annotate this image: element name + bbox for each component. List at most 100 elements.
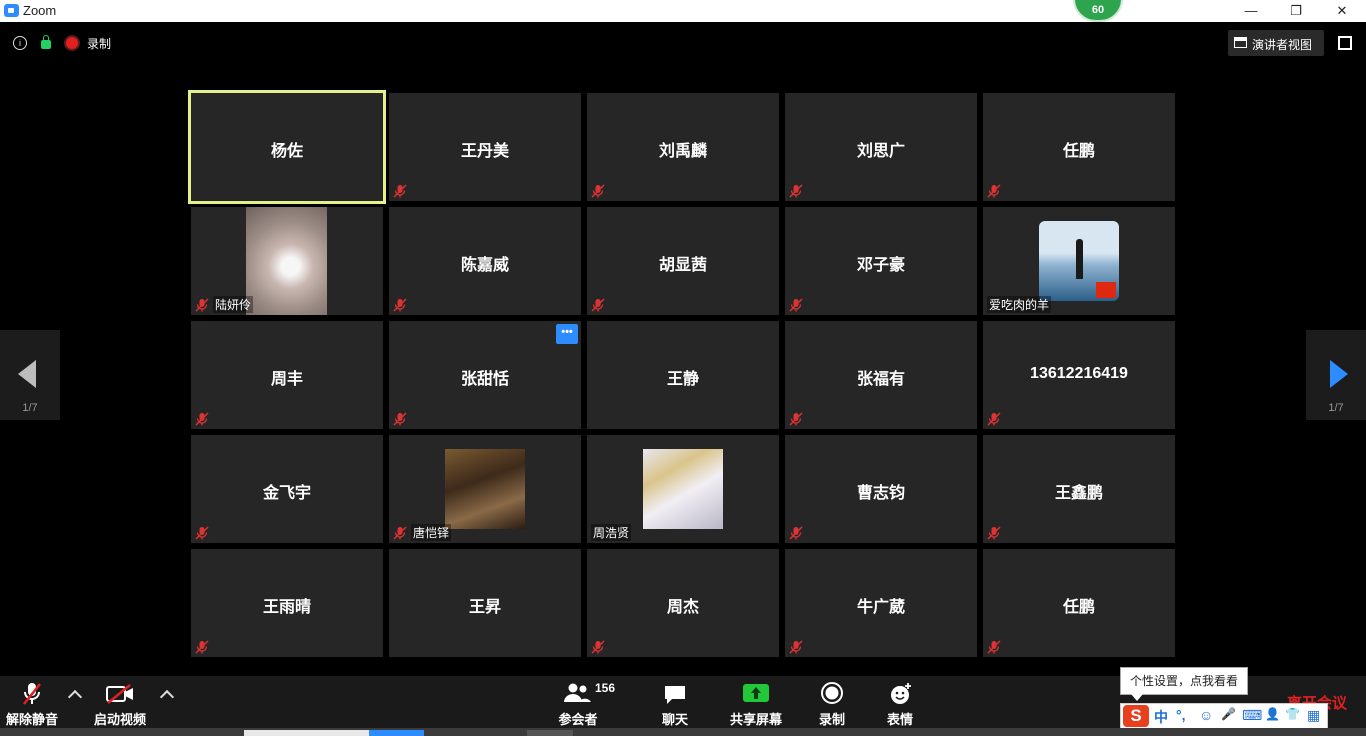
ime-account-icon[interactable]: 👤 xyxy=(1265,707,1280,721)
mic-muted-icon xyxy=(195,412,209,426)
maximize-button[interactable]: ❐ xyxy=(1273,0,1319,22)
participant-name: 周浩贤 xyxy=(591,524,632,541)
share-screen-label: 共享屏幕 xyxy=(729,712,782,727)
participant-tile[interactable]: 任鹏 xyxy=(983,549,1175,657)
participant-tile[interactable]: 金飞宇 xyxy=(191,435,383,543)
participant-name: 金飞宇 xyxy=(262,485,311,502)
sogou-ime-logo-icon[interactable]: S xyxy=(1123,705,1149,727)
participant-tile[interactable]: 胡显茜 xyxy=(587,207,779,315)
close-button[interactable]: ✕ xyxy=(1319,0,1365,22)
minimize-button[interactable]: — xyxy=(1228,0,1274,22)
participant-tile[interactable]: 爱吃肉的羊 xyxy=(983,207,1175,315)
zoom-app-icon xyxy=(4,4,19,17)
participant-tile[interactable]: 邓子豪 xyxy=(785,207,977,315)
next-page-button[interactable]: 1/7 xyxy=(1306,330,1366,420)
record-button[interactable]: 录制 xyxy=(808,676,856,728)
participant-avatar xyxy=(643,449,723,529)
mic-muted-icon xyxy=(789,526,803,540)
meeting-info-icon[interactable]: i xyxy=(13,36,27,50)
speaker-view-button[interactable]: 演讲者视图 xyxy=(1228,30,1324,56)
title-bar: Zoom — ❐ ✕ xyxy=(0,0,1366,22)
video-off-icon xyxy=(106,684,133,704)
participant-tile[interactable]: 陆妍伶 xyxy=(191,207,383,315)
ime-toolbar: S 中 °, ☺ 🎤 ⌨ 👤 👕 ▦ xyxy=(1120,703,1328,730)
participant-name: 周丰 xyxy=(270,371,303,388)
participant-name: 王鑫鹏 xyxy=(1054,485,1103,502)
arrow-right-icon xyxy=(1330,360,1348,388)
ime-skin-icon[interactable]: 👕 xyxy=(1285,707,1300,721)
participant-tile[interactable]: 王丹美 xyxy=(389,93,581,201)
ime-voice-icon[interactable]: 🎤 xyxy=(1221,707,1236,721)
participant-name: 王雨晴 xyxy=(262,599,311,616)
mic-muted-icon xyxy=(591,640,605,654)
participant-name: 张甜恬 xyxy=(460,371,509,388)
mic-muted-icon xyxy=(789,640,803,654)
start-video-button[interactable]: 启动视频 xyxy=(88,676,152,728)
mic-muted-icon xyxy=(591,298,605,312)
reactions-label: 表情 xyxy=(886,712,913,727)
participant-name: 周杰 xyxy=(666,599,699,616)
participant-tile[interactable]: 王静 xyxy=(587,321,779,429)
ime-chinese-mode[interactable]: 中 xyxy=(1154,707,1168,727)
ime-toolbox-icon[interactable]: ▦ xyxy=(1307,707,1320,724)
participant-tile[interactable]: 王雨晴 xyxy=(191,549,383,657)
encryption-lock-icon[interactable] xyxy=(41,35,51,49)
participant-tile[interactable]: 张甜恬 xyxy=(389,321,581,429)
taskbar-zoom-app[interactable] xyxy=(369,730,424,736)
participant-tile[interactable]: 牛广葳 xyxy=(785,549,977,657)
mic-muted-icon xyxy=(987,184,1001,198)
previous-page-button[interactable]: 1/7 xyxy=(0,330,60,420)
participant-tile[interactable]: 周丰 xyxy=(191,321,383,429)
reactions-button[interactable]: 表情 xyxy=(876,676,924,728)
participant-tile[interactable]: 13612216419 xyxy=(983,321,1175,429)
participant-tile[interactable]: 周浩贤 xyxy=(587,435,779,543)
participant-name: 邓子豪 xyxy=(856,257,905,274)
chat-button[interactable]: 聊天 xyxy=(650,676,700,728)
participant-video-feed xyxy=(246,207,327,315)
recording-label: 录制 xyxy=(87,37,112,51)
ime-keyboard-icon[interactable]: ⌨ xyxy=(1242,707,1262,724)
participant-name: 王静 xyxy=(666,371,699,388)
share-screen-button[interactable]: 共享屏幕 xyxy=(724,676,788,728)
participant-tile[interactable]: 唐恺铎 xyxy=(389,435,581,543)
unmute-button[interactable]: 解除静音 xyxy=(0,676,64,728)
participant-tile[interactable]: 曹志钧 xyxy=(785,435,977,543)
participant-avatar xyxy=(445,449,525,529)
participant-tile[interactable]: 周杰 xyxy=(587,549,779,657)
mic-muted-icon xyxy=(591,184,605,198)
participant-name: 曹志钧 xyxy=(856,485,905,502)
participant-tile[interactable]: 杨佐 xyxy=(188,90,386,204)
mic-muted-icon xyxy=(987,412,1001,426)
participant-name: 牛广葳 xyxy=(856,599,905,616)
participants-count: 156 xyxy=(595,681,616,695)
mic-muted-icon xyxy=(195,640,209,654)
participant-tile[interactable]: 王昇 xyxy=(389,549,581,657)
mic-muted-icon xyxy=(195,298,209,312)
recording-indicator-icon xyxy=(66,37,78,49)
participant-tile[interactable]: 陈嘉威 xyxy=(389,207,581,315)
participant-name: 任鹏 xyxy=(1062,143,1095,160)
participant-name: 任鹏 xyxy=(1062,599,1095,616)
participant-tile[interactable]: 刘思广 xyxy=(785,93,977,201)
record-label: 录制 xyxy=(818,712,845,727)
participant-tile[interactable]: 刘禹麟 xyxy=(587,93,779,201)
fullscreen-icon[interactable] xyxy=(1338,36,1352,50)
mic-muted-icon xyxy=(23,683,41,705)
mic-muted-icon xyxy=(789,298,803,312)
audio-options-caret-icon[interactable] xyxy=(67,689,83,705)
video-options-caret-icon[interactable] xyxy=(159,689,175,705)
ime-punctuation-mode[interactable]: °, xyxy=(1176,707,1186,723)
participant-name: 陆妍伶 xyxy=(213,296,254,313)
participant-name: 王丹美 xyxy=(460,143,509,160)
window-title: Zoom xyxy=(23,3,57,18)
taskbar-search[interactable] xyxy=(244,730,369,736)
unmute-label: 解除静音 xyxy=(5,712,58,727)
ime-emoji-icon[interactable]: ☺ xyxy=(1199,707,1213,723)
participant-tile[interactable]: 张福有 xyxy=(785,321,977,429)
mic-muted-icon xyxy=(987,526,1001,540)
participant-tile[interactable]: 任鹏 xyxy=(983,93,1175,201)
taskbar-app[interactable] xyxy=(527,730,573,736)
participant-more-options-button[interactable]: ••• xyxy=(556,324,578,344)
page-indicator-right: 1/7 xyxy=(1328,402,1344,414)
participant-tile[interactable]: 王鑫鹏 xyxy=(983,435,1175,543)
